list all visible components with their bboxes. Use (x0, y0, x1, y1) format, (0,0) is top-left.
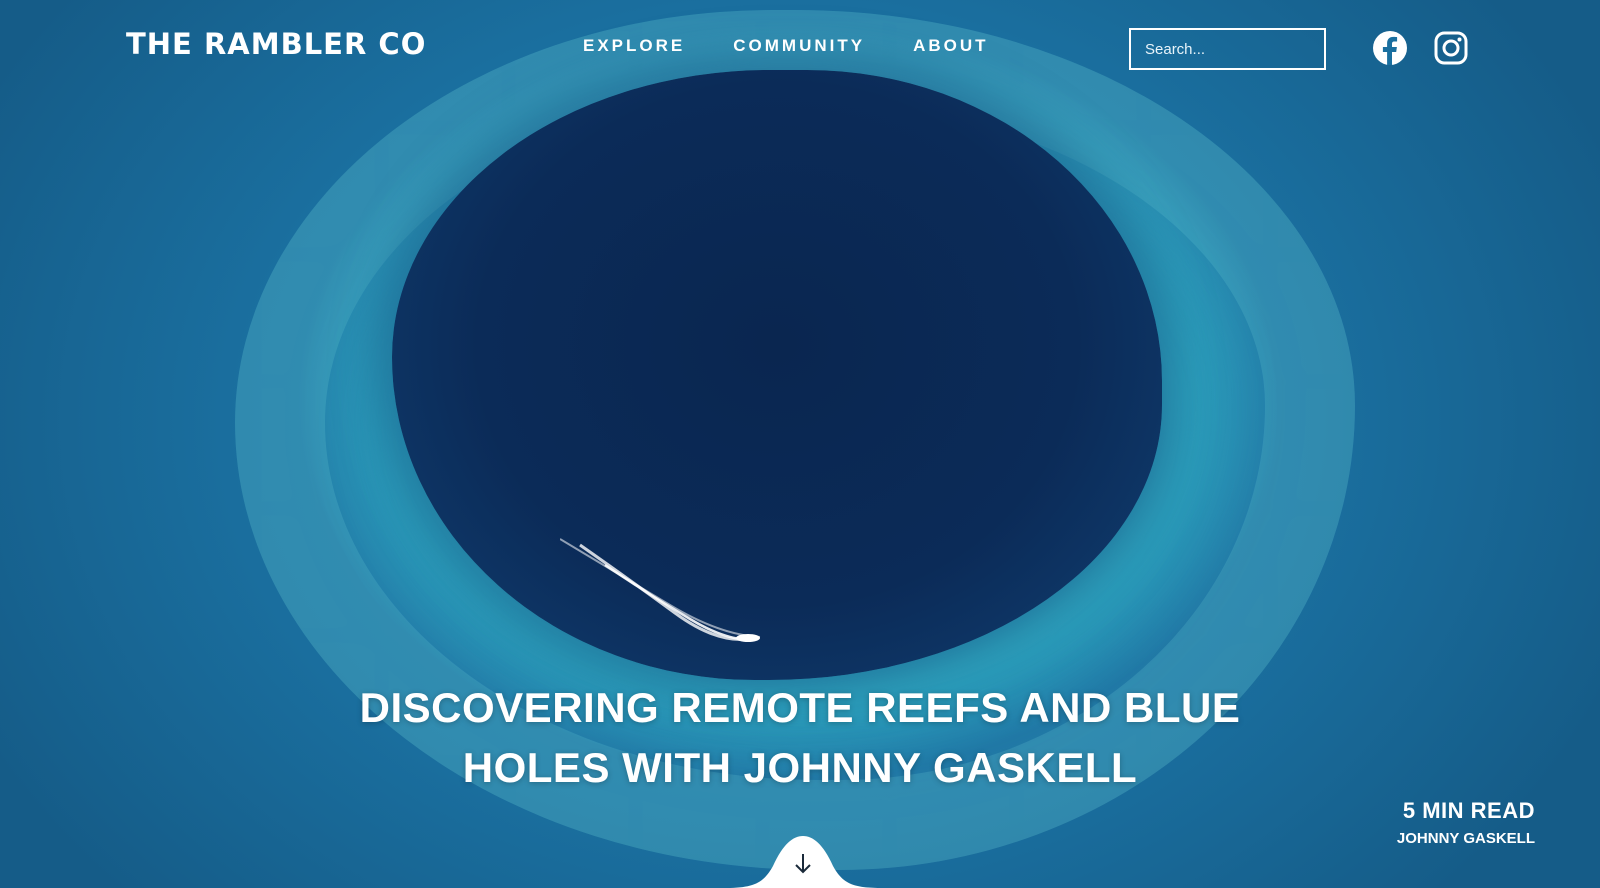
article-meta: 5 MIN READ JOHNNY GASKELL (1397, 798, 1535, 847)
blue-hole-image (392, 70, 1162, 680)
boat-wake-image (560, 538, 761, 642)
site-logo[interactable]: THE RAMBLER CO (126, 27, 426, 61)
nav-item-about[interactable]: ABOUT (913, 36, 988, 56)
facebook-icon[interactable] (1372, 30, 1408, 66)
nav-item-community[interactable]: COMMUNITY (733, 36, 865, 56)
hero-section: THE RAMBLER CO EXPLORE COMMUNITY ABOUT D… (0, 0, 1600, 888)
author-name[interactable]: JOHNNY GASKELL (1397, 830, 1535, 847)
read-time: 5 MIN READ (1402, 798, 1535, 823)
search-input[interactable] (1131, 40, 1324, 58)
article-title-line-2: HOLES WITH JOHNNY GASKELL (462, 744, 1138, 792)
instagram-icon[interactable] (1433, 30, 1469, 66)
article-title: DISCOVERING REMOTE REEFS AND BLUE HOLES … (300, 678, 1300, 798)
social-links (1372, 30, 1469, 66)
site-header: THE RAMBLER CO EXPLORE COMMUNITY ABOUT (0, 0, 1600, 95)
article-title-line-1: DISCOVERING REMOTE REEFS AND BLUE (359, 684, 1241, 732)
search-box (1129, 28, 1326, 70)
nav-item-explore[interactable]: EXPLORE (583, 36, 685, 56)
main-nav: EXPLORE COMMUNITY ABOUT (583, 36, 989, 56)
scroll-down-button[interactable] (723, 832, 883, 888)
